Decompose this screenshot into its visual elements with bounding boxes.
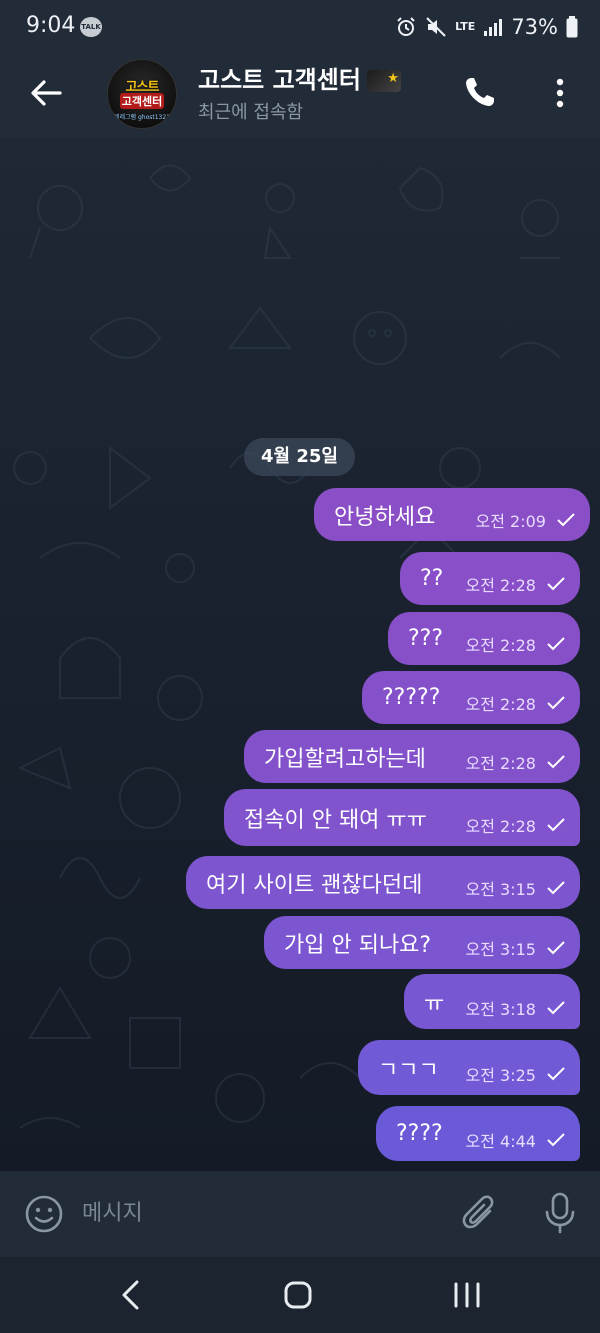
read-check-icon xyxy=(547,1133,565,1147)
system-navigation-bar xyxy=(0,1257,600,1333)
message-time: 오전 3:15 xyxy=(465,940,536,959)
message-meta: 오전 3:15 xyxy=(466,876,566,900)
mute-icon xyxy=(426,17,446,37)
message-bubble[interactable]: 안녕하세요 오전 2:09 xyxy=(314,488,590,541)
chat-avatar[interactable]: 고스트 고객센터 텔레그램 ghost1321 xyxy=(107,59,177,129)
phone-icon[interactable] xyxy=(462,74,498,110)
more-vertical-icon[interactable] xyxy=(546,76,574,110)
chat-title-text: 고스트 고객센터 xyxy=(198,66,361,94)
message-time: 오전 2:28 xyxy=(465,695,536,714)
message-meta: 오전 3:15 xyxy=(466,936,566,960)
message-input[interactable] xyxy=(82,1193,442,1233)
chat-title[interactable]: 고스트 고객센터 xyxy=(198,60,401,95)
message-time: 오전 2:28 xyxy=(465,817,536,836)
message-bubble[interactable]: ??? 오전 2:28 xyxy=(388,612,580,665)
message-bubble[interactable]: ????? 오전 2:28 xyxy=(362,671,580,724)
nav-recent-apps-icon[interactable] xyxy=(452,1281,482,1309)
battery-icon xyxy=(566,16,578,38)
message-meta: 오전 4:44 xyxy=(466,1128,566,1152)
message-text: ㄱㄱㄱ xyxy=(378,1057,439,1083)
message-meta: 오전 2:28 xyxy=(466,813,566,837)
date-separator: 4월 25일 xyxy=(244,438,355,476)
message-bubble[interactable]: ?? 오전 2:28 xyxy=(400,552,580,605)
status-icons: LTE 73% xyxy=(395,13,578,41)
message-bubble[interactable]: 가입할려고하는데 오전 2:28 xyxy=(244,730,580,783)
message-time: 오전 2:28 xyxy=(465,576,536,595)
read-check-icon xyxy=(547,1067,565,1081)
smile-icon[interactable] xyxy=(24,1194,64,1234)
message-bubble[interactable]: 가입 안 되나요? 오전 3:15 xyxy=(264,916,580,969)
message-text: 가입할려고하는데 xyxy=(264,746,426,772)
message-meta: 오전 3:18 xyxy=(466,996,566,1020)
message-time: 오전 3:25 xyxy=(465,1066,536,1085)
message-text: 가입 안 되나요? xyxy=(284,932,432,958)
message-text: 안녕하세요 xyxy=(334,504,436,530)
read-check-icon xyxy=(557,513,575,527)
read-check-icon xyxy=(547,577,565,591)
message-meta: 오전 2:09 xyxy=(476,508,576,532)
nav-back-icon[interactable] xyxy=(117,1279,145,1311)
status-bar: 9:04 TALK LTE 73% xyxy=(0,0,600,56)
message-text: ??? xyxy=(408,626,444,651)
message-time: 오전 3:15 xyxy=(465,880,536,899)
message-text: ???? xyxy=(396,1121,443,1146)
chat-header: 고스트 고객센터 텔레그램 ghost1321 고스트 고객센터 최근에 접속함 xyxy=(0,56,600,138)
title-badge-icon xyxy=(366,70,401,92)
read-check-icon xyxy=(547,1001,565,1015)
message-time: 오전 2:09 xyxy=(475,512,546,531)
message-time: 오전 2:28 xyxy=(465,636,536,655)
read-check-icon xyxy=(547,755,565,769)
message-meta: 오전 2:28 xyxy=(466,572,566,596)
kakaotalk-notification-icon: TALK xyxy=(80,17,102,37)
last-seen-status: 최근에 접속함 xyxy=(198,102,304,123)
message-bubble[interactable]: ㄱㄱㄱ 오전 3:25 xyxy=(358,1040,580,1095)
message-bubble[interactable]: 여기 사이트 괜찮다던데 오전 3:15 xyxy=(186,856,580,909)
message-meta: 오전 2:28 xyxy=(466,632,566,656)
message-time: 오전 3:18 xyxy=(465,1000,536,1019)
alarm-icon xyxy=(397,17,415,36)
signal-icon xyxy=(484,19,503,36)
message-meta: 오전 2:28 xyxy=(466,750,566,774)
avatar-text-3: 텔레그램 ghost1321 xyxy=(113,114,171,121)
message-bubble[interactable]: 접속이 안 돼여 ㅠㅠ 오전 2:28 xyxy=(224,789,580,846)
lte-indicator: LTE xyxy=(455,20,476,33)
microphone-icon[interactable] xyxy=(540,1191,580,1235)
status-time: 9:04 xyxy=(26,13,76,38)
battery-percent: 73% xyxy=(511,15,558,39)
read-check-icon xyxy=(547,941,565,955)
message-bubble[interactable]: ???? 오전 4:44 xyxy=(376,1106,580,1161)
read-check-icon xyxy=(547,637,565,651)
read-check-icon xyxy=(547,696,565,710)
paperclip-icon[interactable] xyxy=(460,1193,500,1235)
message-time: 오전 4:44 xyxy=(465,1132,536,1151)
nav-home-icon[interactable] xyxy=(284,1281,312,1309)
message-text: ㅠ xyxy=(424,991,445,1017)
message-text: 접속이 안 돼여 ㅠㅠ xyxy=(244,807,427,833)
message-time: 오전 2:28 xyxy=(465,754,536,773)
read-check-icon xyxy=(547,881,565,895)
message-meta: 오전 2:28 xyxy=(466,691,566,715)
message-text: 여기 사이트 괜찮다던데 xyxy=(206,872,423,898)
read-check-icon xyxy=(547,818,565,832)
message-text: ?? xyxy=(420,566,444,591)
avatar-text-2: 고객센터 xyxy=(120,93,164,109)
chat-area[interactable]: 4월 25일 안녕하세요 오전 2:09 ?? 오전 2:28 ??? 오전 2… xyxy=(0,138,600,1171)
message-meta: 오전 3:25 xyxy=(466,1062,566,1086)
back-arrow-icon[interactable] xyxy=(26,73,66,113)
message-text: ????? xyxy=(382,685,441,710)
message-bubble[interactable]: ㅠ 오전 3:18 xyxy=(404,974,580,1029)
message-input-bar xyxy=(0,1171,600,1257)
